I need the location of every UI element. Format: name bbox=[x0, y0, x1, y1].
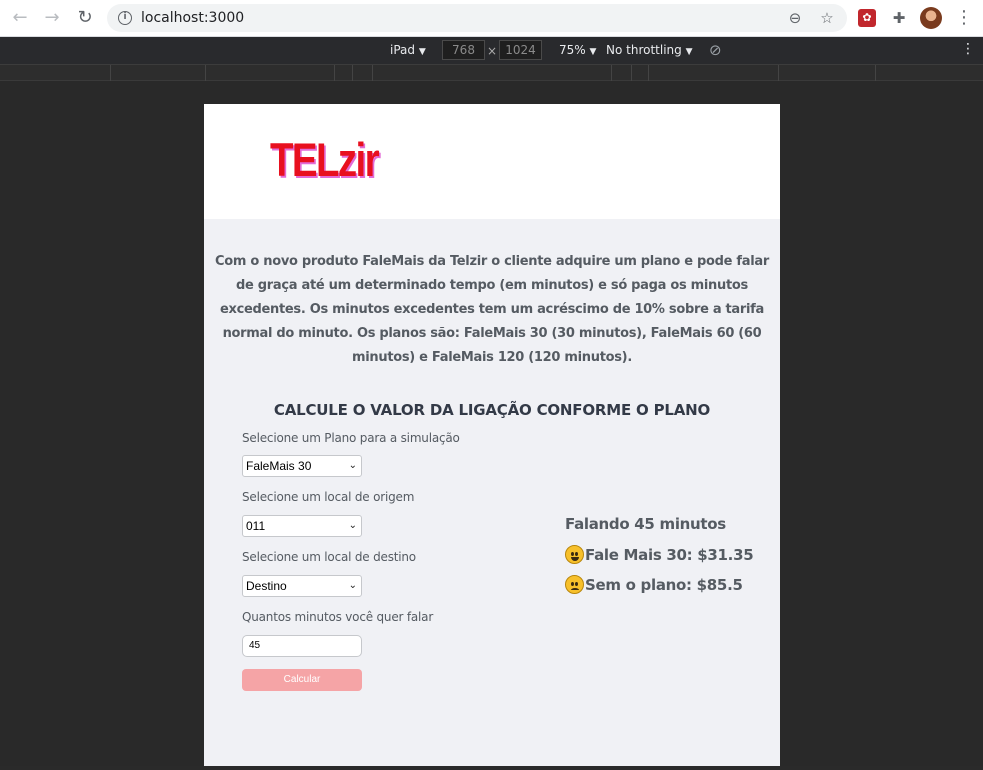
address-bar[interactable]: i localhost:3000 ⊖ ☆ bbox=[107, 4, 847, 32]
intro-text: Com o novo produto FaleMais da Telzir o … bbox=[215, 254, 769, 365]
kebab-menu-icon[interactable]: ⋮ bbox=[952, 6, 976, 30]
reload-icon[interactable]: ↻ bbox=[73, 6, 97, 30]
result-title: Falando 45 minutos bbox=[565, 515, 726, 533]
throttling-select[interactable]: No throttling ▼ bbox=[606, 43, 693, 57]
browser-toolbar: ← → ↻ i localhost:3000 ⊖ ☆ ✿ ✚ ⋮ bbox=[0, 0, 983, 37]
arrow-right-icon[interactable]: → bbox=[40, 6, 64, 30]
device-toolbar: iPad ▼ 768 × 1024 75% ▼ No throttling ▼ … bbox=[0, 37, 983, 65]
avatar[interactable] bbox=[920, 7, 942, 29]
emulated-page: TELzir Com o novo produto FaleMais da Te… bbox=[204, 104, 780, 770]
zoom-out-icon[interactable]: ⊖ bbox=[784, 7, 806, 29]
plan-select[interactable]: FaleMais 30 ⌄ bbox=[242, 455, 362, 477]
minutes-input[interactable]: 45 bbox=[242, 635, 362, 657]
url-text[interactable]: localhost:3000 bbox=[141, 10, 244, 26]
extension-icon[interactable]: ✿ bbox=[858, 9, 876, 27]
device-select[interactable]: iPad ▼ bbox=[390, 43, 426, 57]
result-with-plan: Fale Mais 30: $31.35 bbox=[565, 545, 754, 564]
logo: TELzir bbox=[270, 133, 380, 186]
minutes-label: Quantos minutos você quer falar bbox=[242, 610, 434, 624]
kebab-menu-icon[interactable]: ⋮ bbox=[961, 41, 975, 57]
origin-label: Selecione um local de origem bbox=[242, 490, 415, 504]
zoom-select[interactable]: 75% ▼ bbox=[559, 43, 596, 57]
bottom-strip bbox=[0, 766, 983, 770]
calculate-button[interactable]: Calcular bbox=[242, 669, 362, 691]
plan-label: Selecione um Plano para a simulação bbox=[242, 431, 460, 445]
destination-select[interactable]: Destino ⌄ bbox=[242, 575, 362, 597]
puzzle-icon[interactable]: ✚ bbox=[888, 7, 910, 29]
dimension-separator: × bbox=[487, 44, 498, 58]
sad-face-icon bbox=[565, 575, 584, 594]
destination-label: Selecione um local de destino bbox=[242, 550, 416, 564]
chevron-down-icon: ⌄ bbox=[348, 460, 357, 471]
chevron-down-icon: ⌄ bbox=[348, 520, 357, 531]
chevron-down-icon: ⌄ bbox=[348, 580, 357, 591]
media-query-ruler bbox=[0, 65, 983, 81]
calculator-title: CALCULE O VALOR DA LIGAÇÃO CONFORME O PL… bbox=[273, 401, 711, 419]
info-icon[interactable]: i bbox=[118, 11, 132, 25]
result-without-plan: Sem o plano: $85.5 bbox=[565, 575, 743, 594]
smiling-face-icon bbox=[565, 545, 584, 564]
arrow-left-icon[interactable]: ← bbox=[8, 6, 32, 30]
width-input[interactable]: 768 bbox=[442, 40, 485, 60]
height-input[interactable]: 1024 bbox=[499, 40, 542, 60]
origin-select[interactable]: 011 ⌄ bbox=[242, 515, 362, 537]
star-icon[interactable]: ☆ bbox=[816, 7, 838, 29]
rotate-icon[interactable]: ⊘ bbox=[709, 41, 722, 59]
page-header: TELzir bbox=[204, 104, 780, 219]
